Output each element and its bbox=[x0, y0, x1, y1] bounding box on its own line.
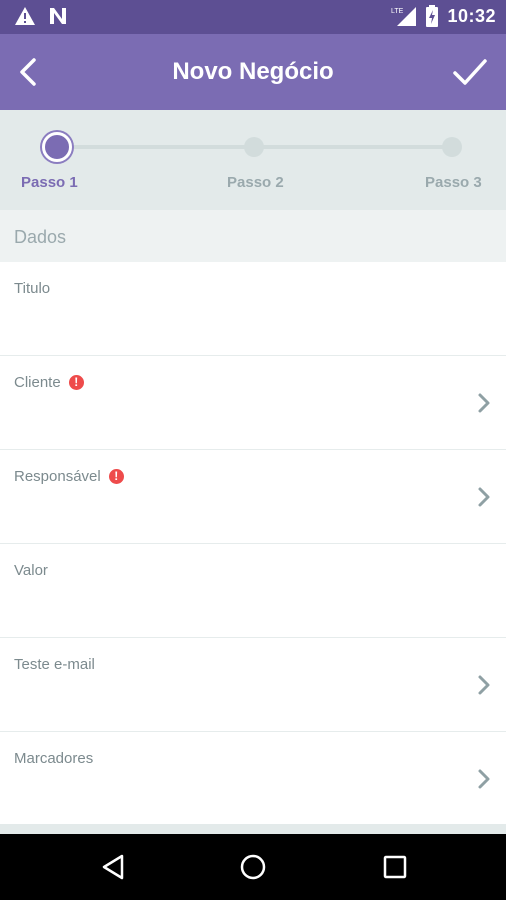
field-teste-email[interactable]: Teste e-mail bbox=[0, 638, 506, 732]
field-valor[interactable]: Valor bbox=[0, 544, 506, 638]
step-2-label: Passo 2 bbox=[227, 174, 284, 191]
field-titulo[interactable]: Titulo bbox=[0, 262, 506, 356]
step-1-label: Passo 1 bbox=[21, 174, 78, 191]
section-header: Dados bbox=[0, 210, 506, 262]
field-label: Titulo bbox=[14, 280, 51, 297]
square-recents-icon[interactable] bbox=[380, 852, 410, 882]
chevron-right-icon bbox=[478, 769, 490, 789]
field-marcadores[interactable]: Marcadores bbox=[0, 732, 506, 826]
warning-icon bbox=[15, 7, 35, 25]
triangle-back-icon[interactable] bbox=[98, 852, 128, 882]
field-responsavel[interactable]: Responsável ! bbox=[0, 450, 506, 544]
svg-text:LTE: LTE bbox=[391, 8, 404, 15]
scroll-bottom-edge bbox=[0, 824, 506, 834]
field-label: Teste e-mail bbox=[14, 656, 95, 673]
circle-home-icon[interactable] bbox=[238, 852, 268, 882]
alert-icon: ! bbox=[108, 469, 124, 484]
field-label: Cliente bbox=[14, 374, 61, 391]
battery-charging-icon bbox=[426, 5, 439, 27]
system-nav-bar bbox=[0, 834, 506, 900]
form-fields: Titulo Cliente ! Responsável ! Valor Tes… bbox=[0, 262, 506, 826]
chevron-right-icon bbox=[478, 393, 490, 413]
step-1-indicator[interactable] bbox=[42, 132, 72, 162]
status-bar: LTE 10:32 bbox=[0, 0, 506, 34]
check-icon[interactable] bbox=[452, 54, 488, 90]
app-bar: Novo Negócio bbox=[0, 34, 506, 110]
alert-icon: ! bbox=[68, 375, 84, 390]
step-2-indicator[interactable] bbox=[244, 137, 264, 157]
chevron-right-icon bbox=[478, 675, 490, 695]
status-time: 10:32 bbox=[447, 5, 496, 26]
field-cliente[interactable]: Cliente ! bbox=[0, 356, 506, 450]
field-label: Valor bbox=[14, 562, 48, 579]
field-label: Marcadores bbox=[14, 750, 94, 767]
chevron-right-icon bbox=[478, 487, 490, 507]
step-3-label: Passo 3 bbox=[425, 174, 482, 191]
step-3-indicator[interactable] bbox=[442, 137, 462, 157]
field-label: Responsável bbox=[14, 468, 101, 485]
page-title: Novo Negócio bbox=[172, 58, 334, 85]
section-title: Dados bbox=[14, 227, 67, 247]
n-notification-icon bbox=[50, 8, 66, 24]
lte-signal-icon: LTE bbox=[391, 7, 417, 26]
stepper: Passo 1 Passo 2 Passo 3 bbox=[0, 110, 506, 210]
